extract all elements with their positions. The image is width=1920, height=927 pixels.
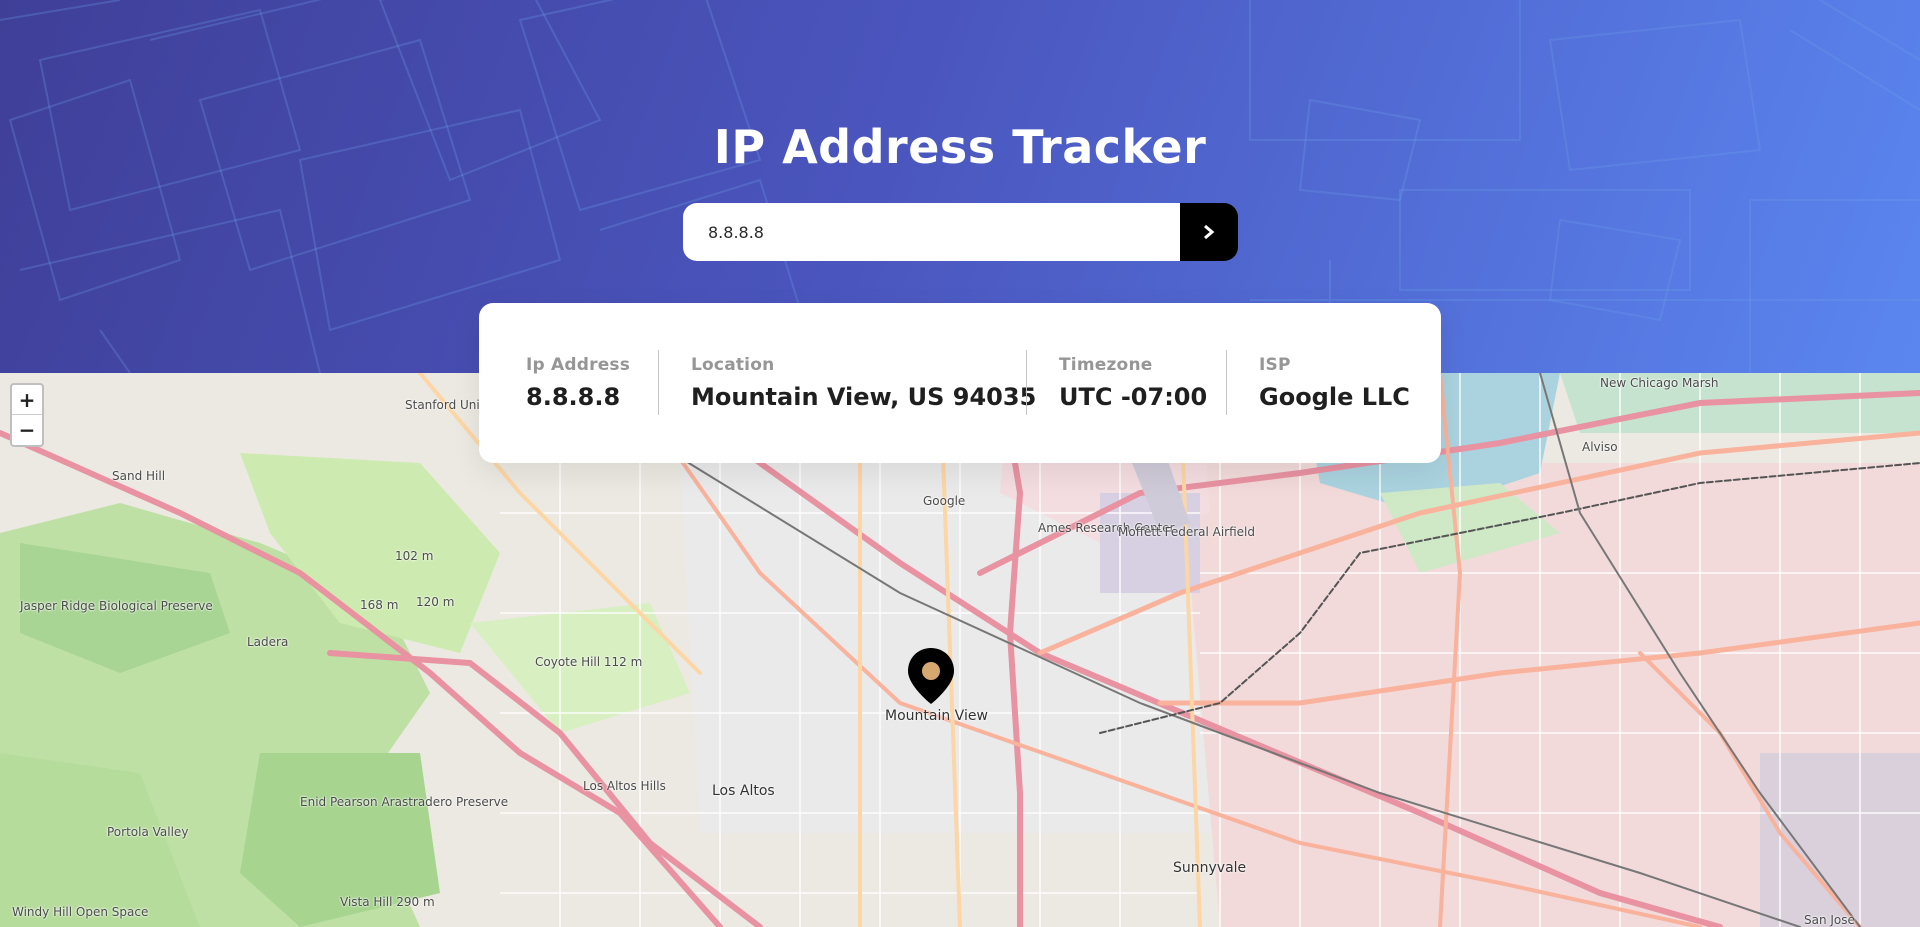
map-place-label: San Jose xyxy=(1804,913,1855,927)
ip-address-label: Ip Address xyxy=(526,355,631,375)
map-place-label: Moffett Federal Airfield xyxy=(1118,525,1256,539)
map-place-label: Los Altos xyxy=(712,783,775,799)
chevron-right-icon xyxy=(1204,225,1215,239)
location-pin-icon[interactable] xyxy=(908,648,954,704)
map-place-label: Portola Valley xyxy=(107,825,189,839)
timezone-label: Timezone xyxy=(1059,355,1153,375)
map-place-label: 102 m xyxy=(395,549,434,563)
search-input[interactable] xyxy=(683,203,1180,261)
divider xyxy=(1026,350,1027,415)
map-zoom-control: + − xyxy=(10,383,44,447)
search-submit-button[interactable] xyxy=(1180,203,1238,261)
page-title: IP Address Tracker xyxy=(713,120,1207,174)
timezone-block: Timezone UTC -07:00 xyxy=(1059,355,1207,411)
map-place-label: Ladera xyxy=(247,635,289,649)
map-place-label: Google xyxy=(923,494,966,508)
map-place-label: Enid Pearson Arastradero Preserve xyxy=(300,795,509,809)
divider xyxy=(658,350,659,415)
map-place-label: Sunnyvale xyxy=(1173,860,1247,876)
map-place-label: 120 m xyxy=(416,595,455,609)
map-place-label: Jasper Ridge Biological Preserve xyxy=(20,599,213,613)
location-value: Mountain View, US 94035 xyxy=(691,383,1037,411)
search-form xyxy=(683,203,1238,261)
isp-label: ISP xyxy=(1259,355,1291,375)
ip-address-value: 8.8.8.8 xyxy=(526,383,621,411)
ip-info-card: Ip Address 8.8.8.8 Location Mountain Vie… xyxy=(479,303,1441,463)
divider xyxy=(1226,350,1227,415)
map-place-label: Vista Hill 290 m xyxy=(340,895,435,909)
location-block: Location Mountain View, US 94035 xyxy=(691,355,1036,411)
map-place-label: Coyote Hill 112 m xyxy=(535,655,643,669)
map-place-label: New Chicago Marsh xyxy=(1600,376,1719,390)
map-place-label: 168 m xyxy=(360,598,399,612)
timezone-value: UTC -07:00 xyxy=(1059,383,1208,411)
ip-address-block: Ip Address 8.8.8.8 xyxy=(526,355,630,411)
isp-value: Google LLC xyxy=(1259,383,1410,411)
map-place-label: Windy Hill Open Space xyxy=(12,905,149,919)
location-label: Location xyxy=(691,355,775,375)
map-place-label: Los Altos Hills xyxy=(583,779,666,793)
isp-block: ISP Google LLC xyxy=(1259,355,1410,411)
map-place-label: Alviso xyxy=(1582,440,1618,454)
zoom-in-button[interactable]: + xyxy=(12,385,42,415)
map-place-label-mountain-view: Mountain View xyxy=(885,708,988,724)
map-place-label: Sand Hill xyxy=(112,469,166,483)
zoom-out-button[interactable]: − xyxy=(12,415,42,445)
